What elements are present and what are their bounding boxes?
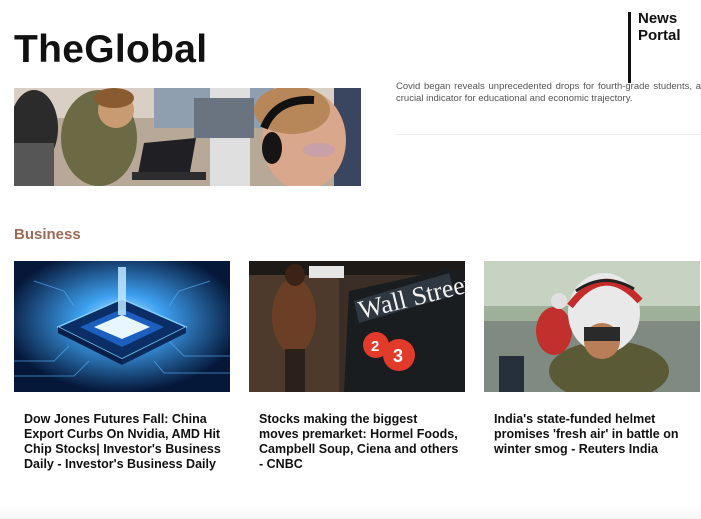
portal-label-line-2: Portal	[638, 27, 681, 44]
train-3-label: 3	[393, 346, 403, 366]
wall-street-image: Wall Street 2 3	[249, 261, 465, 392]
news-card[interactable]: Wall Street 2 3 Stocks making the bigges…	[249, 261, 465, 472]
train-2-label: 2	[371, 338, 379, 355]
news-card-headline[interactable]: Stocks making the biggest moves premarke…	[259, 412, 459, 472]
top-story-summary[interactable]: Covid began reveals unprecedented drops …	[396, 81, 701, 137]
news-card[interactable]: India's state-funded helmet promises 'fr…	[484, 261, 700, 457]
news-portal-label: News Portal	[638, 10, 681, 44]
top-story-image[interactable]	[14, 88, 361, 186]
site-logo[interactable]: TheGlobal	[14, 28, 207, 72]
top-story-divider	[396, 134, 701, 135]
microchip-image	[14, 261, 230, 392]
business-section-title[interactable]: Business	[14, 226, 81, 243]
header-divider	[628, 12, 631, 83]
next-section-edge	[0, 505, 701, 519]
site-header: TheGlobal News Portal	[0, 0, 701, 88]
portal-label-line-1: News	[638, 10, 678, 27]
news-card-image[interactable]: Wall Street 2 3	[249, 261, 465, 392]
news-card-headline[interactable]: India's state-funded helmet promises 'fr…	[494, 412, 694, 457]
helmet-rider-image	[484, 261, 700, 392]
news-card-image[interactable]	[14, 261, 230, 392]
news-card-image[interactable]	[484, 261, 700, 392]
news-card-headline[interactable]: Dow Jones Futures Fall: China Export Cur…	[24, 412, 224, 472]
children-laptops-photo	[14, 88, 361, 186]
news-card[interactable]: Dow Jones Futures Fall: China Export Cur…	[14, 261, 230, 472]
